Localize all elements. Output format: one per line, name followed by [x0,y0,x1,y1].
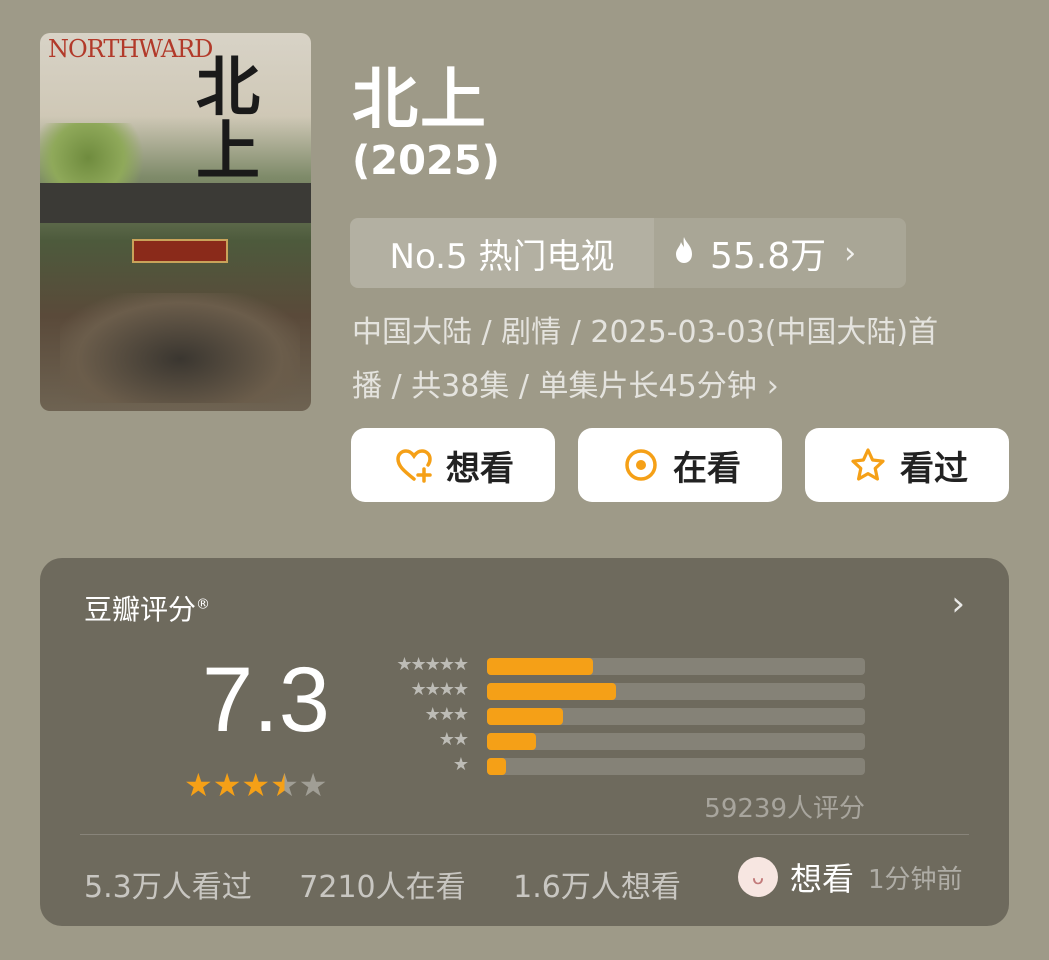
chevron-right-icon: › [766,369,779,404]
want-label: 想看 [446,448,514,489]
show-meta[interactable]: 中国大陆 / 剧情 / 2025-03-03(中国大陆)首 播 / 共38集 /… [352,306,1012,414]
star-icon: ★ [184,766,213,804]
heart-plus-icon [392,443,436,487]
poster-sign [132,239,228,263]
meta-line-2: 播 / 共38集 / 单集片长45分钟 [352,369,757,404]
star-icon: ★ [212,766,242,804]
stats-row: 5.3万人看过 7210人在看 1.6万人想看 [84,862,719,906]
heat-value: 55.8万 [710,236,827,277]
distribution-row: ★★★ [376,704,872,729]
rating-card[interactable]: 豆瓣评分® › 7.3 ★★★★★ ★★★★★ ★★★★ ★★★ ★★ ★ 59239人… [40,558,1009,926]
target-icon [619,443,663,487]
rating-count: 59239人评分 [704,794,865,824]
row-stars: ★★★★ [410,679,469,700]
bar-fill [487,733,537,750]
page-title: 北上 [352,61,488,138]
avatar: ᴗ [738,857,778,897]
watched-button[interactable]: 看过 [805,428,1009,502]
rating-stars: ★★★★★ [184,766,327,804]
chevron-right-icon: › [844,235,857,271]
meta-line-1: 中国大陆 / 剧情 / 2025-03-03(中国大陆)首 [352,315,939,350]
watching-button[interactable]: 在看 [578,428,782,502]
row-stars: ★★★ [424,704,469,725]
bar-fill [487,758,506,775]
row-stars: ★★ [438,729,469,750]
distribution-row: ★★★★ [376,679,872,704]
release-year: (2025) [352,138,500,184]
friend-action: 想看 [790,860,855,898]
star-icon [846,443,890,487]
distribution-row: ★ [376,754,872,779]
watched-label: 看过 [900,448,968,489]
rank-label: No.5 热门电视 [350,218,654,288]
watched-count[interactable]: 5.3万人看过 [84,870,252,905]
bar-track [487,683,865,700]
bar-fill [487,683,616,700]
bar-fill [487,658,593,675]
heat-section[interactable]: 55.8万 › [654,218,906,288]
bar-fill [487,708,563,725]
bar-track [487,708,865,725]
rating-score: 7.3 [202,649,330,751]
divider [80,834,969,835]
ranking-pill[interactable]: No.5 热门电视 55.8万 › [350,218,906,288]
want-button[interactable]: 想看 [351,428,555,502]
friend-activity[interactable]: ᴗ 想看 1分钟前 [738,854,963,900]
chevron-right-icon[interactable]: › [951,584,965,624]
rating-distribution: ★★★★★ ★★★★ ★★★ ★★ ★ [376,654,872,779]
want-count[interactable]: 1.6万人想看 [513,870,681,905]
row-stars: ★ [452,754,469,775]
poster-roof [40,183,311,223]
star-icon: ★ [241,766,271,804]
half-star-icon: ★ [270,766,299,804]
poster-cast [60,293,300,403]
poster-big-title: 北上 [185,53,259,181]
bar-track [487,733,865,750]
friend-time: 1分钟前 [868,864,963,895]
poster-image[interactable]: NORTHWARD 北上 [40,33,311,411]
bar-track [487,658,865,675]
star-icon: ★ [298,766,328,804]
watching-label: 在看 [673,448,741,489]
row-stars: ★★★★★ [396,654,469,675]
rating-label: 豆瓣评分® [84,593,211,626]
distribution-row: ★★★★★ [376,654,872,679]
flame-icon [672,236,696,271]
distribution-row: ★★ [376,729,872,754]
bar-track [487,758,865,775]
watching-count[interactable]: 7210人在看 [299,870,465,905]
